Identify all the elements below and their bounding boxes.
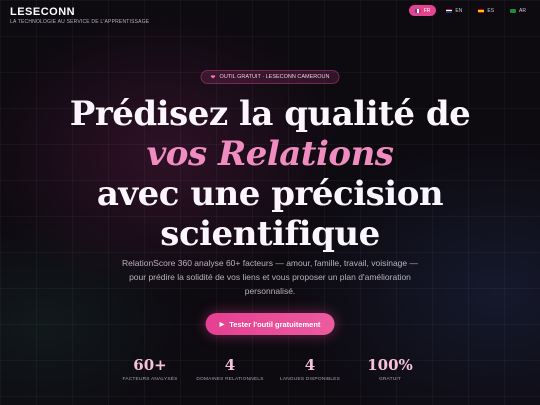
hero-title-line-3: avec une précision [96, 174, 444, 214]
stats-row: 60+ FACTEURS ANALYSÉS 4 DOMAINES RELATIO… [110, 356, 430, 383]
heart-icon: ❤ [210, 74, 216, 81]
language-label: ES [487, 7, 495, 14]
stat-label: FACTEURS ANALYSÉS [122, 377, 178, 382]
stat-value: 60+ [133, 356, 167, 374]
stat-label: DOMAINES RELATIONNELS [196, 377, 264, 382]
cta-label: Tester l'outil gratuitement [229, 319, 321, 329]
language-switcher: FR EN ES AR [408, 5, 532, 16]
uk-flag-icon [446, 8, 453, 13]
hero-title: Prédisez la qualité de vos Relations ave… [0, 94, 540, 254]
hero-title-line-1: Prédisez la qualité de [69, 94, 471, 134]
hero-subtitle: RelationScore 360 analyse 60+ facteurs —… [122, 258, 418, 296]
france-flag-icon [414, 8, 421, 13]
brand-name: LESECONN [10, 6, 76, 18]
brand-tagline: LA TECHNOLOGIE AU SERVICE DE L'APPRENTIS… [10, 19, 150, 25]
language-button-en[interactable]: EN [440, 5, 468, 16]
language-label: EN [455, 7, 463, 14]
saudi-flag-icon [510, 8, 517, 13]
stat-label: GRATUIT [378, 377, 402, 382]
language-button-es[interactable]: ES [472, 5, 500, 16]
stat-factors: 60+ FACTEURS ANALYSÉS [110, 356, 190, 383]
stat-value: 100% [367, 356, 413, 374]
language-label: FR [423, 7, 431, 14]
badge-text: OUTIL GRATUIT · LESECONN CAMEROUN [219, 74, 330, 80]
language-button-ar[interactable]: AR [504, 5, 532, 16]
stat-free: 100% GRATUIT [350, 356, 430, 383]
brand[interactable]: LESECONN LA TECHNOLOGIE AU SERVICE DE L'… [10, 6, 149, 25]
stat-value: 4 [304, 356, 316, 374]
free-tool-badge: ❤ OUTIL GRATUIT · LESECONN CAMEROUN [200, 70, 340, 84]
language-button-fr[interactable]: FR [408, 5, 437, 16]
play-icon: ▶ [219, 321, 225, 328]
hero-title-line-4: scientifique [160, 214, 380, 254]
stat-label: LANGUES DISPONIBLES [279, 377, 341, 382]
stat-languages: 4 LANGUES DISPONIBLES [270, 356, 350, 383]
stat-value: 4 [224, 356, 236, 374]
language-label: AR [519, 7, 526, 14]
spain-flag-icon [478, 8, 485, 13]
hero-title-accent: vos Relations [146, 134, 394, 174]
try-tool-button[interactable]: ▶ Tester l'outil gratuitement [205, 313, 335, 335]
stat-domains: 4 DOMAINES RELATIONNELS [190, 356, 270, 383]
